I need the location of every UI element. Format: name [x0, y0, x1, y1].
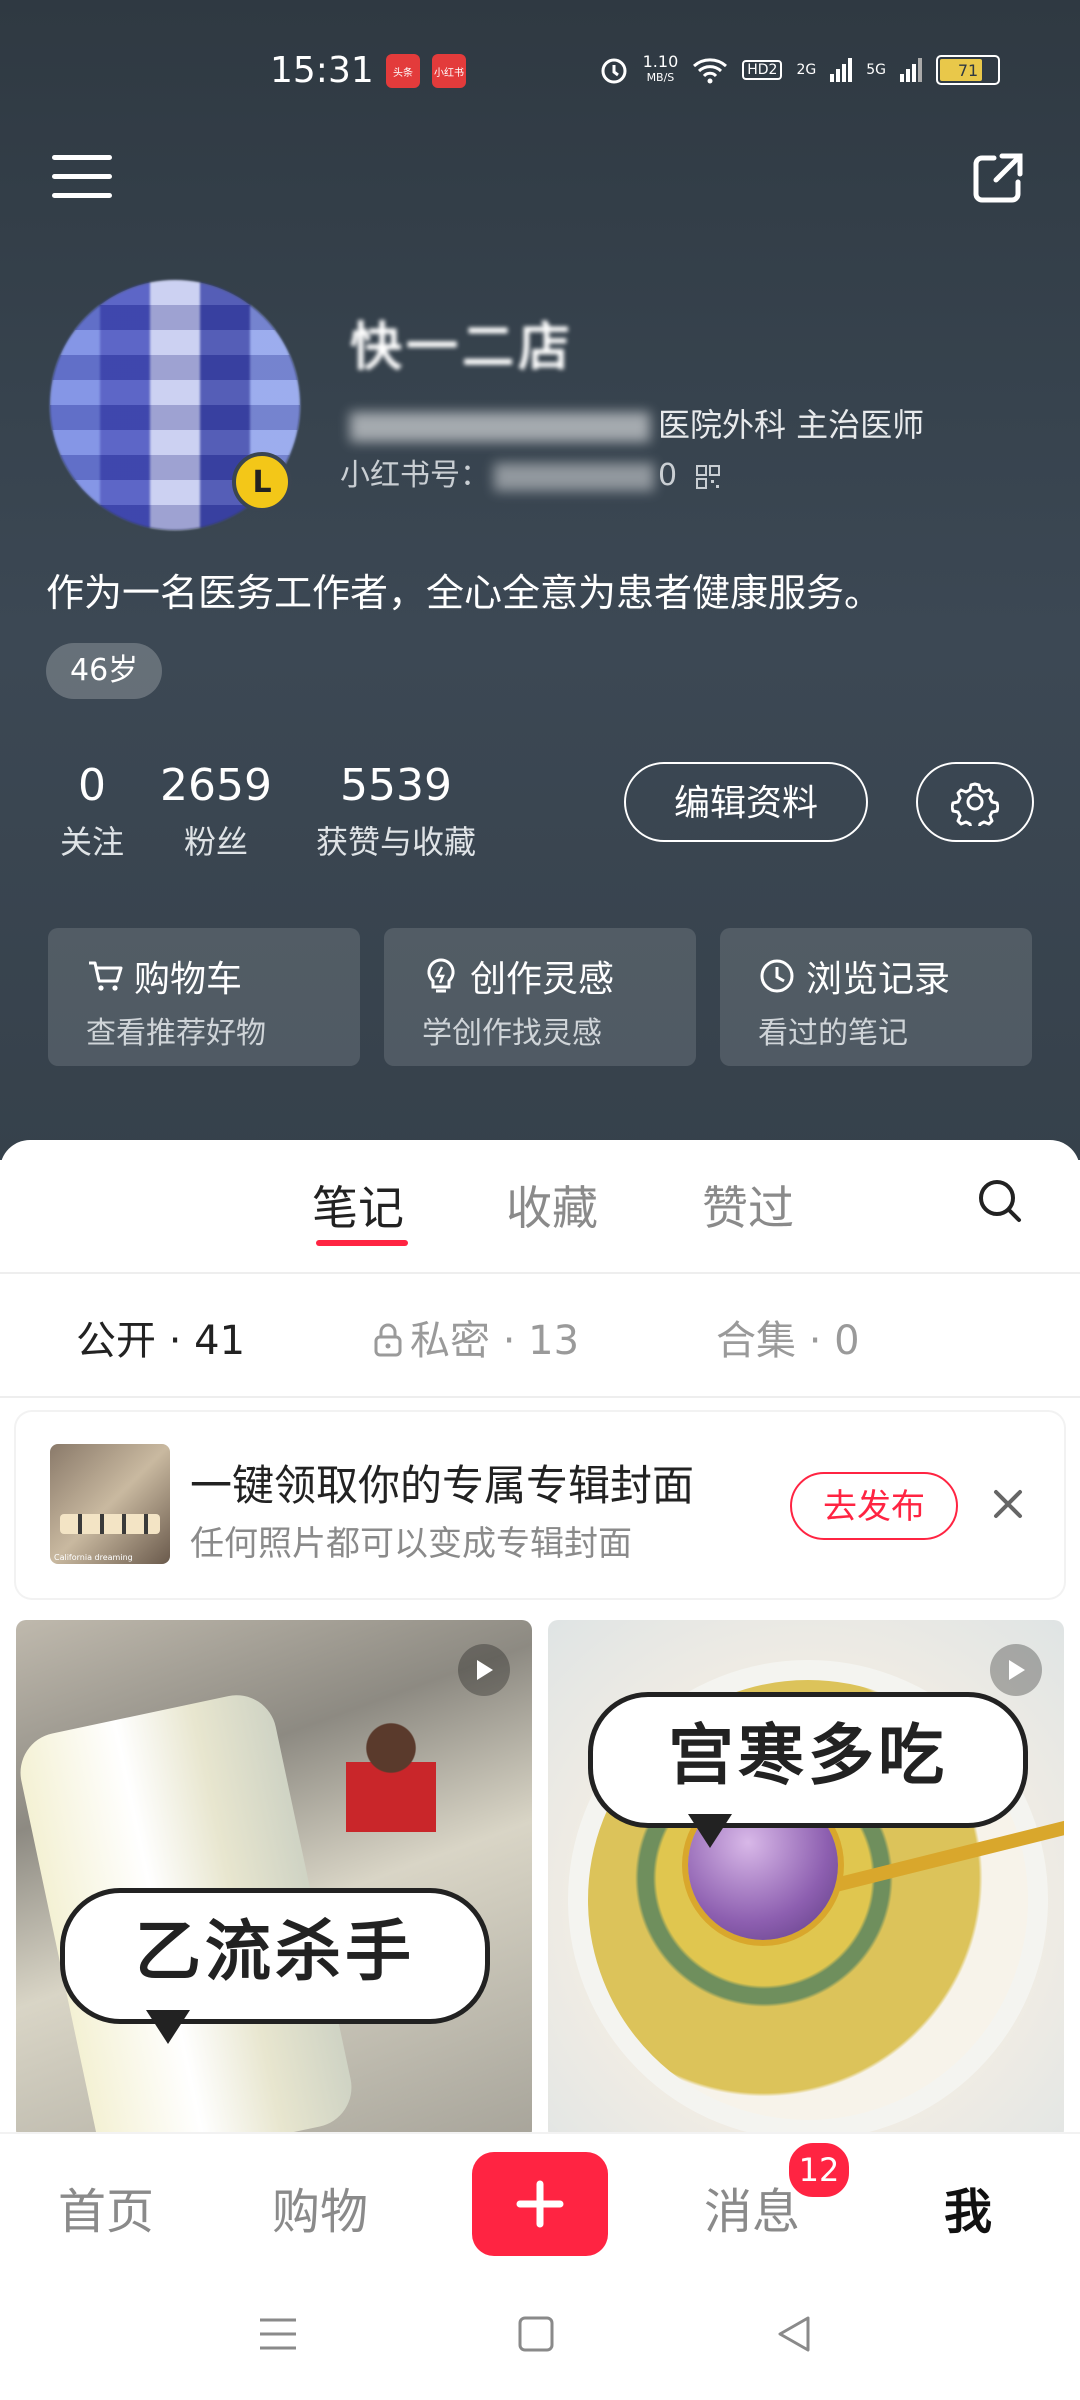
- status-bar: 15:31 头条 小红书 1.10 MB/S HD2 2G 5G 71: [0, 40, 1080, 100]
- divider: [0, 1396, 1080, 1398]
- tab-collections[interactable]: 收藏: [506, 1172, 598, 1238]
- promo-thumbnail: California dreaming: [50, 1444, 170, 1564]
- search-icon[interactable]: [975, 1176, 1025, 1226]
- profile-title: 医院外科 主治医师: [350, 400, 924, 446]
- active-tab-indicator: [316, 1240, 408, 1246]
- nav-home[interactable]: 首页: [58, 2172, 154, 2242]
- tab-notes[interactable]: 笔记: [312, 1172, 404, 1238]
- recent-apps-icon[interactable]: [256, 2314, 300, 2354]
- level-badge: L: [232, 452, 292, 512]
- subtab-public[interactable]: 公开 · 41: [76, 1308, 245, 1366]
- home-icon[interactable]: [516, 2314, 556, 2354]
- bubble-tail: [146, 2010, 190, 2044]
- qr-code-icon[interactable]: [695, 464, 721, 490]
- hd-icon: HD2: [742, 60, 783, 80]
- edit-profile-button[interactable]: 编辑资料: [624, 762, 868, 842]
- note-card[interactable]: 乙流杀手: [16, 1620, 532, 2140]
- xiaohongshu-notification-icon: 小红书: [432, 54, 466, 88]
- gear-icon: [951, 782, 999, 826]
- signal-2g-icon: 2G: [796, 62, 817, 78]
- note-caption: 乙流杀手: [60, 1888, 490, 2024]
- signal-5g-icon: 5G: [866, 62, 886, 78]
- redacted-text: [350, 412, 650, 442]
- quick-card-cart[interactable]: 购物车 查看推荐好物: [48, 928, 360, 1066]
- profile-id[interactable]: 小红书号： 0: [340, 450, 721, 494]
- stat-followers[interactable]: 2659 粉丝: [160, 760, 272, 863]
- add-note-button[interactable]: [472, 2152, 608, 2256]
- promo-title: 一键领取你的专属专辑封面: [190, 1461, 695, 1510]
- note-image-figure: [346, 1720, 436, 1860]
- bio: 作为一名医务工作者，全心全意为患者健康服务。: [46, 571, 883, 615]
- status-time: 15:31: [270, 50, 374, 91]
- divider: [0, 1272, 1080, 1274]
- wifi-icon: [693, 58, 728, 84]
- clock-icon: [760, 959, 794, 993]
- plus-icon: [516, 2180, 564, 2228]
- redacted-id: [494, 462, 654, 491]
- menu-icon[interactable]: [52, 155, 112, 205]
- net-speed: 1.10 MB/S: [642, 52, 679, 85]
- share-icon[interactable]: [968, 148, 1028, 208]
- nav-me[interactable]: 我: [944, 2172, 992, 2242]
- play-icon: [458, 1644, 510, 1696]
- publish-button[interactable]: 去发布: [790, 1472, 958, 1540]
- signal-bars-icon: [830, 58, 853, 82]
- bubble-tail: [688, 1814, 732, 1848]
- nav-shop[interactable]: 购物: [272, 2172, 368, 2242]
- tab-liked[interactable]: 赞过: [702, 1172, 794, 1238]
- subtab-albums[interactable]: 合集 · 0: [716, 1308, 860, 1366]
- promo-subtitle: 任何照片都可以变成专辑封面: [190, 1524, 632, 1564]
- messages-badge: 12: [786, 2140, 852, 2200]
- status-icons: 1.10 MB/S HD2 2G 5G 71: [599, 54, 1000, 86]
- close-icon[interactable]: [986, 1482, 1030, 1526]
- bulb-icon: [427, 958, 455, 993]
- play-icon: [990, 1644, 1042, 1696]
- nav-messages[interactable]: 消息: [704, 2172, 800, 2242]
- bottom-nav: 首页 购物 消息 12 我: [0, 2132, 1080, 2270]
- toutiao-notification-icon: 头条: [386, 54, 420, 88]
- note-card[interactable]: 宫寒多吃: [548, 1620, 1064, 2140]
- stat-following[interactable]: 0 关注: [60, 760, 124, 863]
- username: 快一二店: [350, 318, 575, 378]
- quick-card-inspiration[interactable]: 创作灵感 学创作找灵感: [384, 928, 696, 1066]
- back-icon[interactable]: [774, 2314, 814, 2354]
- stat-likes[interactable]: 5539 获赞与收藏: [316, 760, 476, 863]
- lock-icon: [374, 1323, 402, 1357]
- subtab-private[interactable]: 私密 · 13: [372, 1308, 579, 1366]
- alarm-icon: [601, 58, 627, 84]
- battery-icon: 71: [936, 55, 1000, 85]
- cart-icon: [89, 961, 123, 991]
- settings-button[interactable]: [916, 762, 1034, 842]
- age-tag: 46岁: [46, 643, 163, 699]
- quick-card-history[interactable]: 浏览记录 看过的笔记: [720, 928, 1032, 1066]
- system-nav-bar: [0, 2268, 1080, 2400]
- signal-bars-icon-2: [900, 58, 922, 82]
- album-cover-promo[interactable]: California dreaming 一键领取你的专属专辑封面 任何照片都可以…: [16, 1412, 1064, 1598]
- note-caption: 宫寒多吃: [588, 1692, 1028, 1828]
- profile-header: 15:31 头条 小红书 1.10 MB/S HD2 2G 5G 71 L 快一二…: [0, 0, 1080, 1160]
